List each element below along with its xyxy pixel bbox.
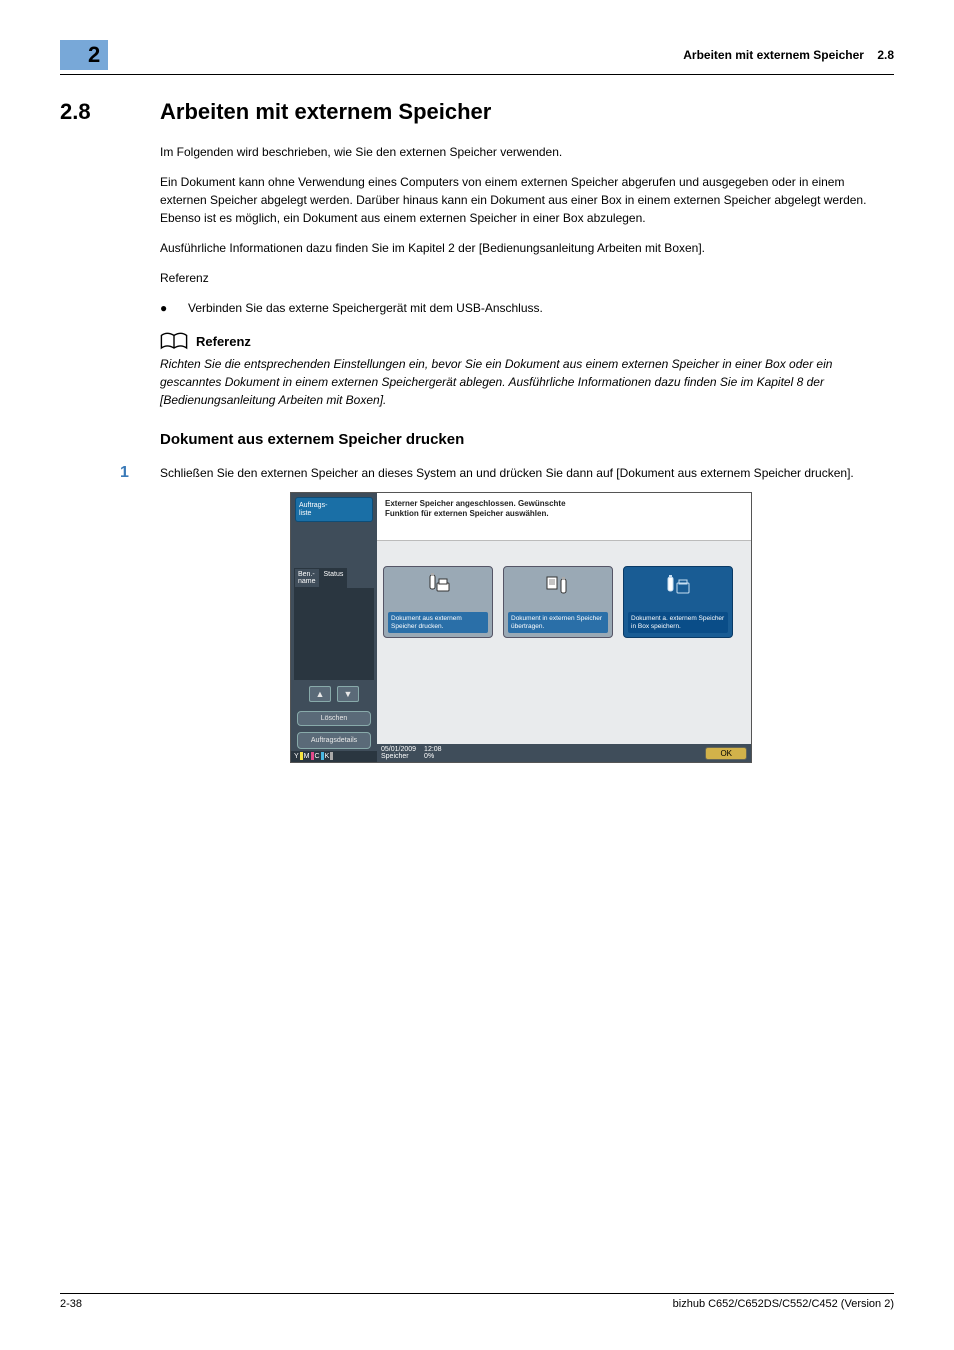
section-heading: 2.8 Arbeiten mit externem Speicher — [60, 99, 894, 125]
status-date: 05/01/2009 — [381, 746, 416, 753]
usb-to-box-icon — [664, 571, 692, 597]
page-header: 2 Arbeiten mit externem Speicher 2.8 — [60, 40, 894, 75]
section-title: Arbeiten mit externem Speicher — [160, 99, 491, 125]
step-text: Schließen Sie den externen Speicher an d… — [160, 464, 894, 482]
screenshot-main: Externer Speicher angeschlossen. Gewünsc… — [377, 493, 751, 762]
bullet-item: ● Verbinden Sie das externe Speichergerä… — [160, 299, 884, 317]
bullet-text: Verbinden Sie das externe Speichergerät … — [188, 299, 543, 317]
subsection-title: Dokument aus externem Speicher drucken — [160, 431, 884, 448]
func-print-from-external[interactable]: Dokument aus externem Speicher drucken. — [383, 566, 493, 638]
status-time: 12:08 — [424, 746, 442, 753]
scroll-down-button[interactable]: ▼ — [337, 686, 359, 702]
scroll-up-button[interactable]: ▲ — [309, 686, 331, 702]
section-number: 2.8 — [60, 99, 160, 125]
paragraph-3: Ausführliche Informationen dazu finden S… — [160, 239, 884, 257]
book-icon — [160, 331, 188, 351]
status-memory-value: 0% — [424, 753, 442, 760]
page-footer: 2-38 bizhub C652/C652DS/C552/C452 (Versi… — [60, 1293, 894, 1310]
func-save-to-box[interactable]: Dokument a. externem Speicher in Box spe… — [623, 566, 733, 638]
page-number: 2-38 — [60, 1298, 82, 1310]
header-title: Arbeiten mit externem Speicher 2.8 — [683, 48, 894, 62]
paragraph-2: Ein Dokument kann ohne Verwendung eines … — [160, 173, 884, 227]
main-headline: Externer Speicher angeschlossen. Gewünsc… — [377, 493, 751, 541]
status-bar: 05/01/2009 Speicher 12:08 0% OK — [377, 744, 751, 762]
reference-box-label: Referenz — [196, 334, 251, 349]
reference-box-header: Referenz — [160, 331, 884, 351]
screenshot-sidebar: Auftrags- liste Ben.- name Status ▲ ▼ Lö… — [291, 493, 377, 762]
job-list-area — [294, 588, 374, 680]
func-save-to-external[interactable]: Dokument in externen Speicher übertragen… — [503, 566, 613, 638]
chapter-badge: 2 — [60, 40, 108, 70]
tab-status[interactable]: Status — [320, 568, 348, 588]
ok-button[interactable]: OK — [705, 747, 747, 760]
model-info: bizhub C652/C652DS/C552/C452 (Version 2) — [673, 1298, 894, 1310]
bullet-marker: ● — [160, 299, 188, 317]
step-number: 1 — [120, 464, 160, 482]
func-label-1: Dokument aus externem Speicher drucken. — [388, 612, 488, 634]
func-label-3: Dokument a. externem Speicher in Box spe… — [628, 612, 728, 634]
jobs-list-button[interactable]: Auftrags- liste — [295, 497, 373, 522]
job-details-button[interactable]: Auftragsdetails — [297, 732, 371, 749]
delete-button[interactable]: Löschen — [297, 711, 371, 726]
reference-label: Referenz — [160, 269, 884, 287]
toner-levels: Y M C K — [291, 751, 377, 762]
usb-print-icon — [424, 571, 452, 597]
tab-username[interactable]: Ben.- name — [294, 568, 320, 588]
intro-paragraph: Im Folgenden wird beschrieben, wie Sie d… — [160, 143, 884, 161]
reference-box-text: Richten Sie die entsprechenden Einstellu… — [160, 355, 884, 409]
func-label-2: Dokument in externen Speicher übertragen… — [508, 612, 608, 634]
status-memory-label: Speicher — [381, 753, 416, 760]
doc-to-usb-icon — [544, 571, 572, 597]
device-screenshot: Auftrags- liste Ben.- name Status ▲ ▼ Lö… — [290, 492, 752, 763]
